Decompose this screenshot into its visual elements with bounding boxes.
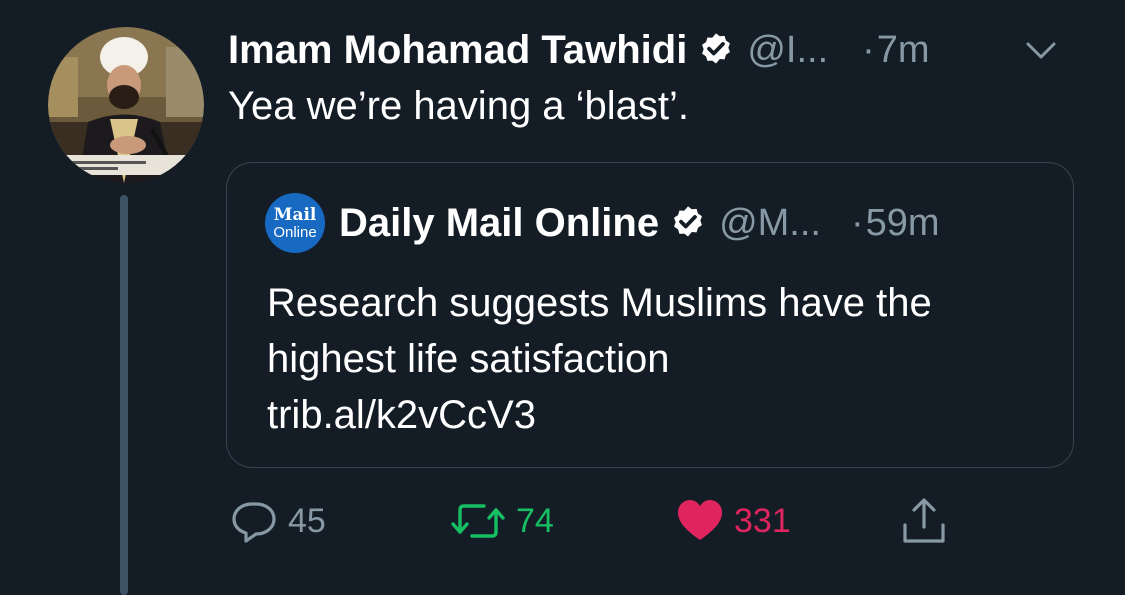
retweet-count: 74 [516, 501, 554, 540]
chevron-down-icon[interactable] [1024, 36, 1058, 66]
tweet-header: Imam Mohamad Tawhidi @I... · 7m [228, 22, 1098, 78]
thread-line [120, 195, 128, 595]
tweet-time[interactable]: 7m [877, 29, 930, 72]
quoted-tweet-time[interactable]: 59m [866, 202, 940, 245]
reply-icon [230, 498, 278, 544]
retweet-icon [450, 498, 506, 544]
share-button[interactable] [900, 495, 948, 547]
tweet-text: Yea we’re having a ‘blast’. [228, 84, 690, 128]
author-handle[interactable]: @I... [747, 29, 828, 72]
time-separator: · [862, 28, 875, 71]
author-name[interactable]: Imam Mohamad Tawhidi [228, 28, 687, 73]
quoted-tweet[interactable]: Mail Online Daily Mail Online @M... · 59… [226, 162, 1074, 468]
verified-badge-icon [669, 204, 707, 242]
reply-button[interactable]: 45 [230, 495, 326, 547]
quoted-text-line: Research suggests Muslims have the [267, 281, 932, 325]
heart-icon [676, 498, 724, 544]
quoted-text-link[interactable]: trib.al/k2vCcV3 [267, 387, 932, 443]
reply-count: 45 [288, 501, 326, 540]
like-count: 331 [734, 501, 791, 540]
quoted-tweet-text: Research suggests Muslims have the highe… [267, 275, 932, 443]
quoted-text-line: highest life satisfaction [267, 337, 670, 381]
quoted-tweet-header: Mail Online Daily Mail Online @M... · 59… [265, 193, 940, 253]
quoted-author-avatar[interactable]: Mail Online [265, 193, 325, 253]
author-avatar[interactable] [48, 27, 204, 183]
mail-logo-line2: Online [273, 223, 317, 241]
retweet-button[interactable]: 74 [450, 495, 554, 547]
author-avatar-photo [48, 27, 204, 183]
time-separator: · [850, 201, 864, 244]
quoted-author-handle[interactable]: @M... [719, 202, 821, 245]
mail-logo-line1: Mail [273, 204, 317, 225]
like-button[interactable]: 331 [676, 495, 791, 547]
quoted-author-name[interactable]: Daily Mail Online [339, 201, 659, 246]
verified-badge-icon [697, 31, 735, 69]
share-icon [900, 497, 948, 545]
action-bar: 45 74 331 [228, 495, 988, 547]
